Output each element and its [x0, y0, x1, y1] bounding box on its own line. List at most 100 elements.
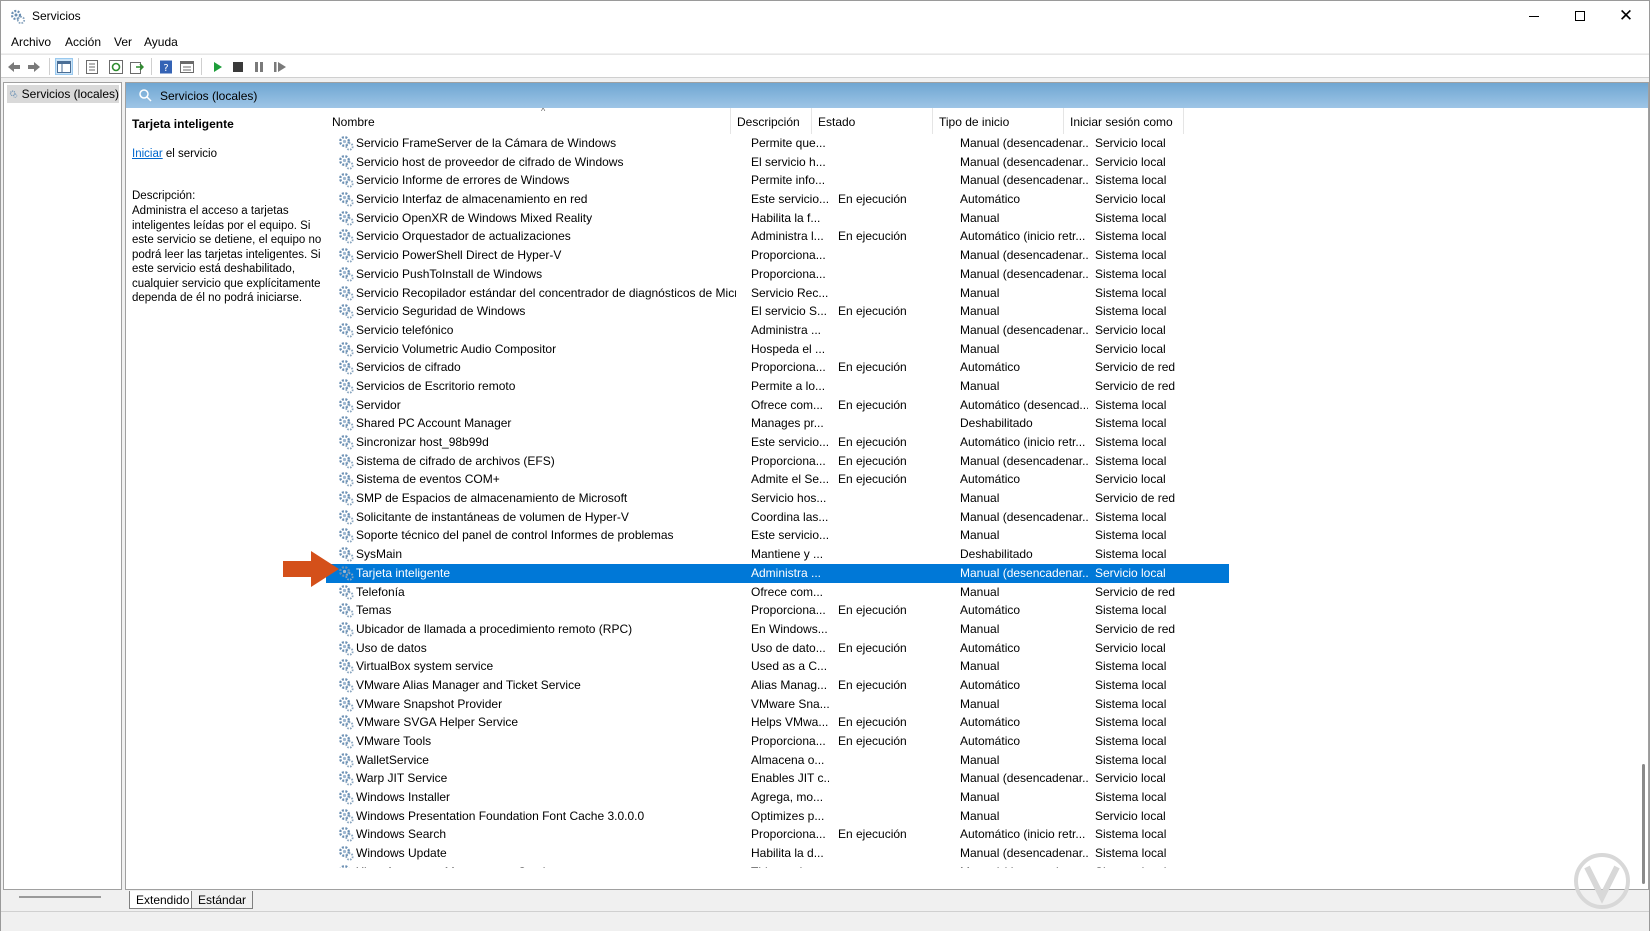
resume-service-button[interactable] [271, 58, 289, 75]
menu-archivo[interactable]: Archivo [11, 35, 51, 49]
service-row[interactable]: Servicio telefónico Administra ... Manual … [326, 321, 1229, 340]
column-header-logon-as[interactable]: Iniciar sesión como [1064, 108, 1184, 134]
service-logon-as: Servicio de red [1095, 584, 1176, 599]
tree-item-services-local[interactable]: Servicios (locales) [7, 85, 119, 103]
service-row[interactable]: Servicio OpenXR de Windows Mixed Reality… [326, 209, 1229, 228]
service-row[interactable]: VMware Snapshot Provider VMware Sna... Man… [326, 695, 1229, 714]
column-header-startup-type[interactable]: Tipo de inicio [933, 108, 1064, 134]
maximize-button[interactable] [1557, 1, 1603, 31]
service-name: VMware Snapshot Provider [356, 696, 503, 711]
service-row[interactable]: SysMain Mantiene y ... Deshabilitado Sistem… [326, 545, 1229, 564]
stop-icon [233, 61, 243, 72]
service-gear-icon [338, 789, 354, 805]
service-startup-type: Automático [960, 715, 1021, 730]
start-service-link[interactable]: Iniciar [132, 148, 163, 160]
help-button[interactable]: ? [157, 58, 175, 75]
service-row[interactable]: Servicio Orquestador de actualizaciones A… [326, 227, 1229, 246]
service-row[interactable]: VMware SVGA Helper Service Helps VMwa... E… [326, 713, 1229, 732]
service-row[interactable]: Tarjeta inteligente Administra ... Manual … [326, 563, 1229, 583]
tab-extendido[interactable]: Extendido [129, 891, 197, 909]
service-row[interactable]: Servicio FrameServer de la Cámara de Win… [326, 134, 1229, 153]
service-gear-icon [338, 490, 354, 506]
service-description: Proporciona... [751, 248, 826, 263]
service-row[interactable]: Sistema de eventos COM+ Admite el Se... En… [326, 470, 1229, 489]
pause-service-button[interactable] [250, 58, 268, 75]
service-row[interactable]: Servicios de Escritorio remoto Permite a … [326, 377, 1229, 396]
service-row[interactable]: Warp JIT Service Enables JIT c... Manual (… [326, 769, 1229, 788]
service-row[interactable]: WalletService Almacena o... Manual Sistema … [326, 751, 1229, 770]
close-button[interactable]: ✕ [1603, 1, 1649, 31]
menu-ayuda[interactable]: Ayuda [144, 35, 178, 49]
service-gear-icon [338, 845, 354, 861]
resume-icon [274, 61, 286, 72]
service-startup-type: Manual (desencadenar... [960, 565, 1088, 580]
stop-service-button[interactable] [229, 58, 247, 75]
scrollbar-thumb[interactable] [1642, 764, 1645, 884]
column-header-description[interactable]: Descripción [731, 108, 812, 134]
service-startup-type: Manual [960, 304, 1000, 319]
service-row[interactable]: Servicio PushToInstall de Windows Proporc… [326, 265, 1229, 284]
tab-estandar[interactable]: Estándar [191, 891, 254, 909]
detail-view-icon [180, 60, 194, 73]
service-row[interactable]: Xbox Accessory Management Service This se… [326, 863, 1229, 868]
service-row[interactable]: Telefonía Ofrece com... Manual Servicio de … [326, 583, 1229, 602]
service-row[interactable]: Solicitante de instantáneas de volumen d… [326, 508, 1229, 527]
service-row[interactable]: Soporte técnico del panel de control Inf… [326, 526, 1229, 545]
service-row[interactable]: Servidor Ofrece com... En ejecución Automát… [326, 396, 1229, 415]
service-row[interactable]: Sincronizar host_98b99d Este servicio... E… [326, 433, 1229, 452]
column-header-name[interactable]: ^ Nombre [326, 108, 731, 134]
service-row[interactable]: Uso de datos Uso de dato... En ejecución Au… [326, 639, 1229, 658]
forward-button[interactable] [25, 58, 43, 75]
service-logon-as: Sistema local [1095, 547, 1167, 562]
service-state: En ejecución [838, 827, 907, 842]
service-row[interactable]: Servicio PowerShell Direct de Hyper-V Pro… [326, 246, 1229, 265]
service-row[interactable]: Temas Proporciona... En ejecución Automátic… [326, 601, 1229, 620]
minimize-button[interactable] [1511, 1, 1557, 31]
service-startup-type: Automático [960, 360, 1021, 375]
properties-button[interactable] [83, 58, 101, 75]
close-icon: ✕ [1618, 5, 1634, 26]
service-row[interactable]: Windows Search Proporciona... En ejecución… [326, 825, 1229, 844]
service-startup-type: Manual (desencadenar... [960, 509, 1088, 524]
service-row[interactable]: Windows Installer Agrega, mo... Manual Sist… [326, 788, 1229, 807]
service-description: Hospeda el ... [751, 341, 826, 356]
service-name: Servicios de Escritorio remoto [356, 378, 516, 393]
start-service-button[interactable] [208, 58, 226, 75]
service-row[interactable]: Servicio Informe de errores de Windows Pe… [326, 171, 1229, 190]
back-button[interactable] [5, 58, 23, 75]
service-startup-type: Automático [960, 192, 1021, 207]
service-row[interactable]: Servicio host de proveedor de cifrado de… [326, 153, 1229, 172]
service-description: Helps VMwa... [751, 715, 829, 730]
refresh-button[interactable] [107, 58, 125, 75]
service-row[interactable]: VMware Alias Manager and Ticket Service A… [326, 676, 1229, 695]
detail-view-button[interactable] [178, 58, 196, 75]
service-row[interactable]: Servicio Seguridad de Windows El servicio… [326, 302, 1229, 321]
panel-title: Servicios (locales) [160, 89, 258, 103]
service-row[interactable]: Ubicador de llamada a procedimiento remo… [326, 620, 1229, 639]
service-description: Proporciona... [751, 734, 826, 748]
service-row[interactable]: SMP de Espacios de almacenamiento de Mic… [326, 489, 1229, 508]
service-name: Ubicador de llamada a procedimiento remo… [356, 621, 633, 636]
column-header-state[interactable]: Estado [812, 108, 933, 134]
menu-accion[interactable]: Acción [65, 35, 101, 49]
vertical-scrollbar[interactable] [1642, 108, 1648, 888]
service-row[interactable]: Servicio Volumetric Audio Compositor Hosp… [326, 340, 1229, 359]
tree-horizontal-scrollbar[interactable] [19, 896, 101, 898]
export-button[interactable] [128, 58, 146, 75]
service-description: Proporciona... [751, 266, 826, 281]
service-row[interactable]: Servicio Interfaz de almacenamiento en r… [326, 190, 1229, 209]
service-row[interactable]: VMware Tools Proporciona... En ejecución Au… [326, 732, 1229, 751]
service-row[interactable]: Servicios de cifrado Proporciona... En eje… [326, 358, 1229, 377]
service-row[interactable]: Servicio Recopilador estándar del concen… [326, 284, 1229, 303]
show-tree-button[interactable] [55, 58, 73, 75]
svg-text:?: ? [163, 63, 168, 74]
service-row[interactable]: Sistema de cifrado de archivos (EFS) Prop… [326, 452, 1229, 471]
forward-icon [28, 61, 40, 72]
service-row[interactable]: VirtualBox system service Used as a C... M… [326, 657, 1229, 676]
service-row[interactable]: Shared PC Account Manager Manages pr... De… [326, 414, 1229, 433]
service-row[interactable]: Windows Update Habilita la d... Manual (de… [326, 844, 1229, 863]
menu-ver[interactable]: Ver [114, 35, 132, 49]
service-logon-as: Servicio local [1095, 192, 1166, 207]
service-row[interactable]: Windows Presentation Foundation Font Cac… [326, 807, 1229, 826]
service-startup-type: Automático (inicio retr... [960, 435, 1086, 449]
